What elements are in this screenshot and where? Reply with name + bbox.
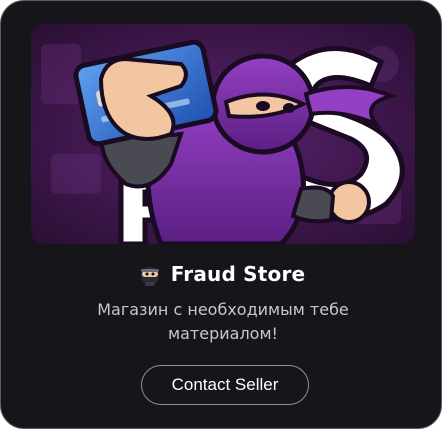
- store-banner-image: [31, 24, 415, 244]
- store-description: Магазин с необходимым тебе материалом!: [97, 300, 349, 343]
- ninja-emoji-icon: [139, 262, 161, 286]
- store-card: Fraud Store Магазин с необходимым тебе м…: [0, 0, 442, 429]
- store-title-row: Fraud Store: [1, 257, 443, 291]
- store-title: Fraud Store: [170, 262, 306, 286]
- ninja-mascot-illustration: [31, 24, 415, 244]
- contact-seller-button[interactable]: Contact Seller: [141, 365, 309, 405]
